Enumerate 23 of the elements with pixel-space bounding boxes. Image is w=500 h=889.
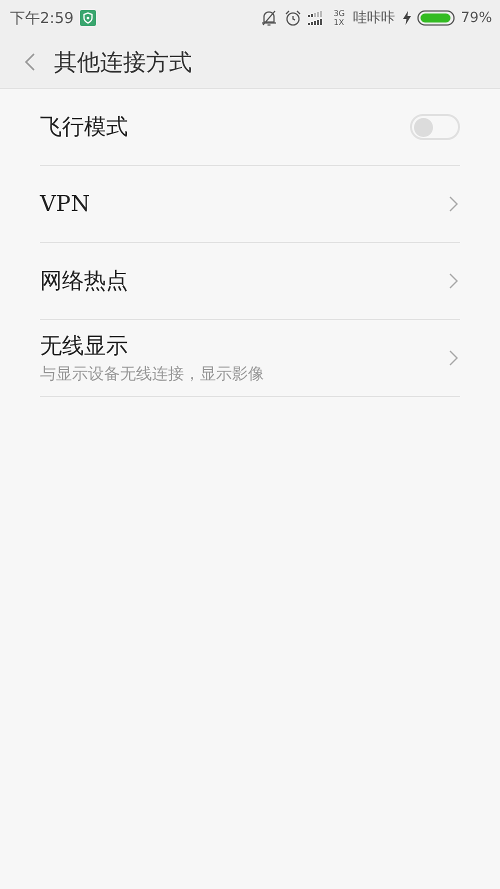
toggle-switch[interactable] xyxy=(410,114,460,140)
network-type-label: 3G 1X xyxy=(334,9,345,27)
row-label: 网络热点 xyxy=(40,268,129,296)
shield-icon xyxy=(80,10,96,26)
row-subtitle: 与显示设备无线连接，显示影像 xyxy=(40,364,265,385)
settings-row[interactable]: 无线显示 与显示设备无线连接，显示影像 xyxy=(40,320,460,397)
chevron-right-icon xyxy=(449,196,458,212)
page-title: 其他连接方式 xyxy=(54,48,192,78)
settings-row[interactable]: VPN xyxy=(40,166,460,243)
charging-bolt-icon xyxy=(402,11,411,25)
chevron-right-icon xyxy=(449,350,458,366)
alarm-clock-icon xyxy=(284,9,302,27)
row-label: 无线显示 xyxy=(40,333,129,361)
chevron-right-icon xyxy=(449,273,458,289)
muted-bell-icon xyxy=(260,9,278,27)
battery-icon xyxy=(416,10,455,26)
carrier-name: 哇咔咔 xyxy=(352,9,395,27)
row-label: VPN xyxy=(40,192,91,216)
settings-row[interactable]: 飞行模式 xyxy=(40,89,460,166)
row-label: 飞行模式 xyxy=(40,114,129,142)
settings-row[interactable]: 网络热点 xyxy=(40,243,460,320)
status-time: 下午2:59 xyxy=(10,8,74,28)
battery-percent: 79% xyxy=(460,10,492,26)
